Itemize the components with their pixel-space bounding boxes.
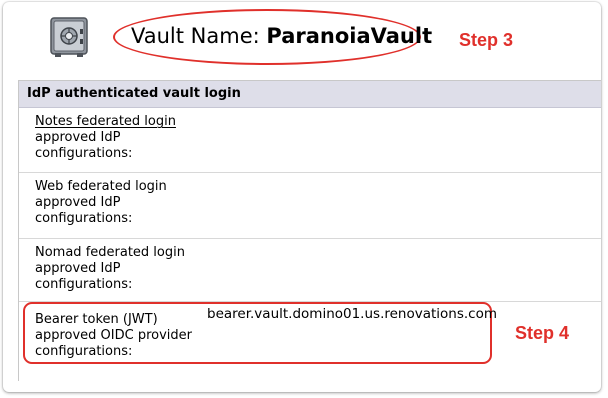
row-label-line: configurations:: [35, 344, 133, 359]
nomad-federated-login-row: Nomad federated login approved IdP confi…: [19, 239, 601, 302]
row-label-line: configurations:: [35, 146, 133, 161]
row-label-line: Nomad federated login: [35, 245, 185, 260]
row-label: Bearer token (JWT) approved OIDC provide…: [35, 312, 225, 360]
notes-federated-login-row: Notes federated login approved IdP confi…: [19, 108, 601, 173]
vault-name-value: ParanoiaVault: [266, 24, 433, 48]
row-label-line: Web federated login: [35, 179, 167, 194]
safe-icon: [50, 17, 88, 57]
row-label-line: Bearer token (JWT): [35, 312, 158, 327]
vault-name-heading: Vault Name: ParanoiaVault: [131, 22, 432, 50]
bearer-token-row: Bearer token (JWT) approved OIDC provide…: [19, 302, 601, 372]
row-label-line: approved IdP: [35, 261, 121, 276]
vault-name-label: Vault Name:: [131, 24, 260, 48]
web-federated-login-row: Web federated login approved IdP configu…: [19, 173, 601, 239]
row-label-line: configurations:: [35, 277, 133, 292]
row-label-line: approved IdP: [35, 130, 121, 145]
step-4-annotation: Step 4: [515, 323, 570, 343]
row-label: Nomad federated login approved IdP confi…: [35, 245, 225, 293]
row-label-line: approved IdP: [35, 195, 121, 210]
notes-federated-login-link[interactable]: Notes federated login: [35, 114, 225, 130]
step-3-annotation: Step 3: [459, 30, 514, 50]
idp-login-panel: IdP authenticated vault login Notes fede…: [18, 80, 601, 381]
bearer-token-provider-value[interactable]: bearer.vault.domino01.us.renovations.com: [207, 306, 497, 322]
panel-title: IdP authenticated vault login: [19, 81, 601, 108]
row-label: Web federated login approved IdP configu…: [35, 179, 225, 227]
row-label-line: configurations:: [35, 211, 133, 226]
vault-settings-window: Vault Name: ParanoiaVault Step 3 IdP aut…: [3, 2, 601, 392]
row-label-line: approved OIDC provider: [35, 328, 193, 343]
row-label: Notes federated login approved IdP confi…: [35, 114, 225, 162]
